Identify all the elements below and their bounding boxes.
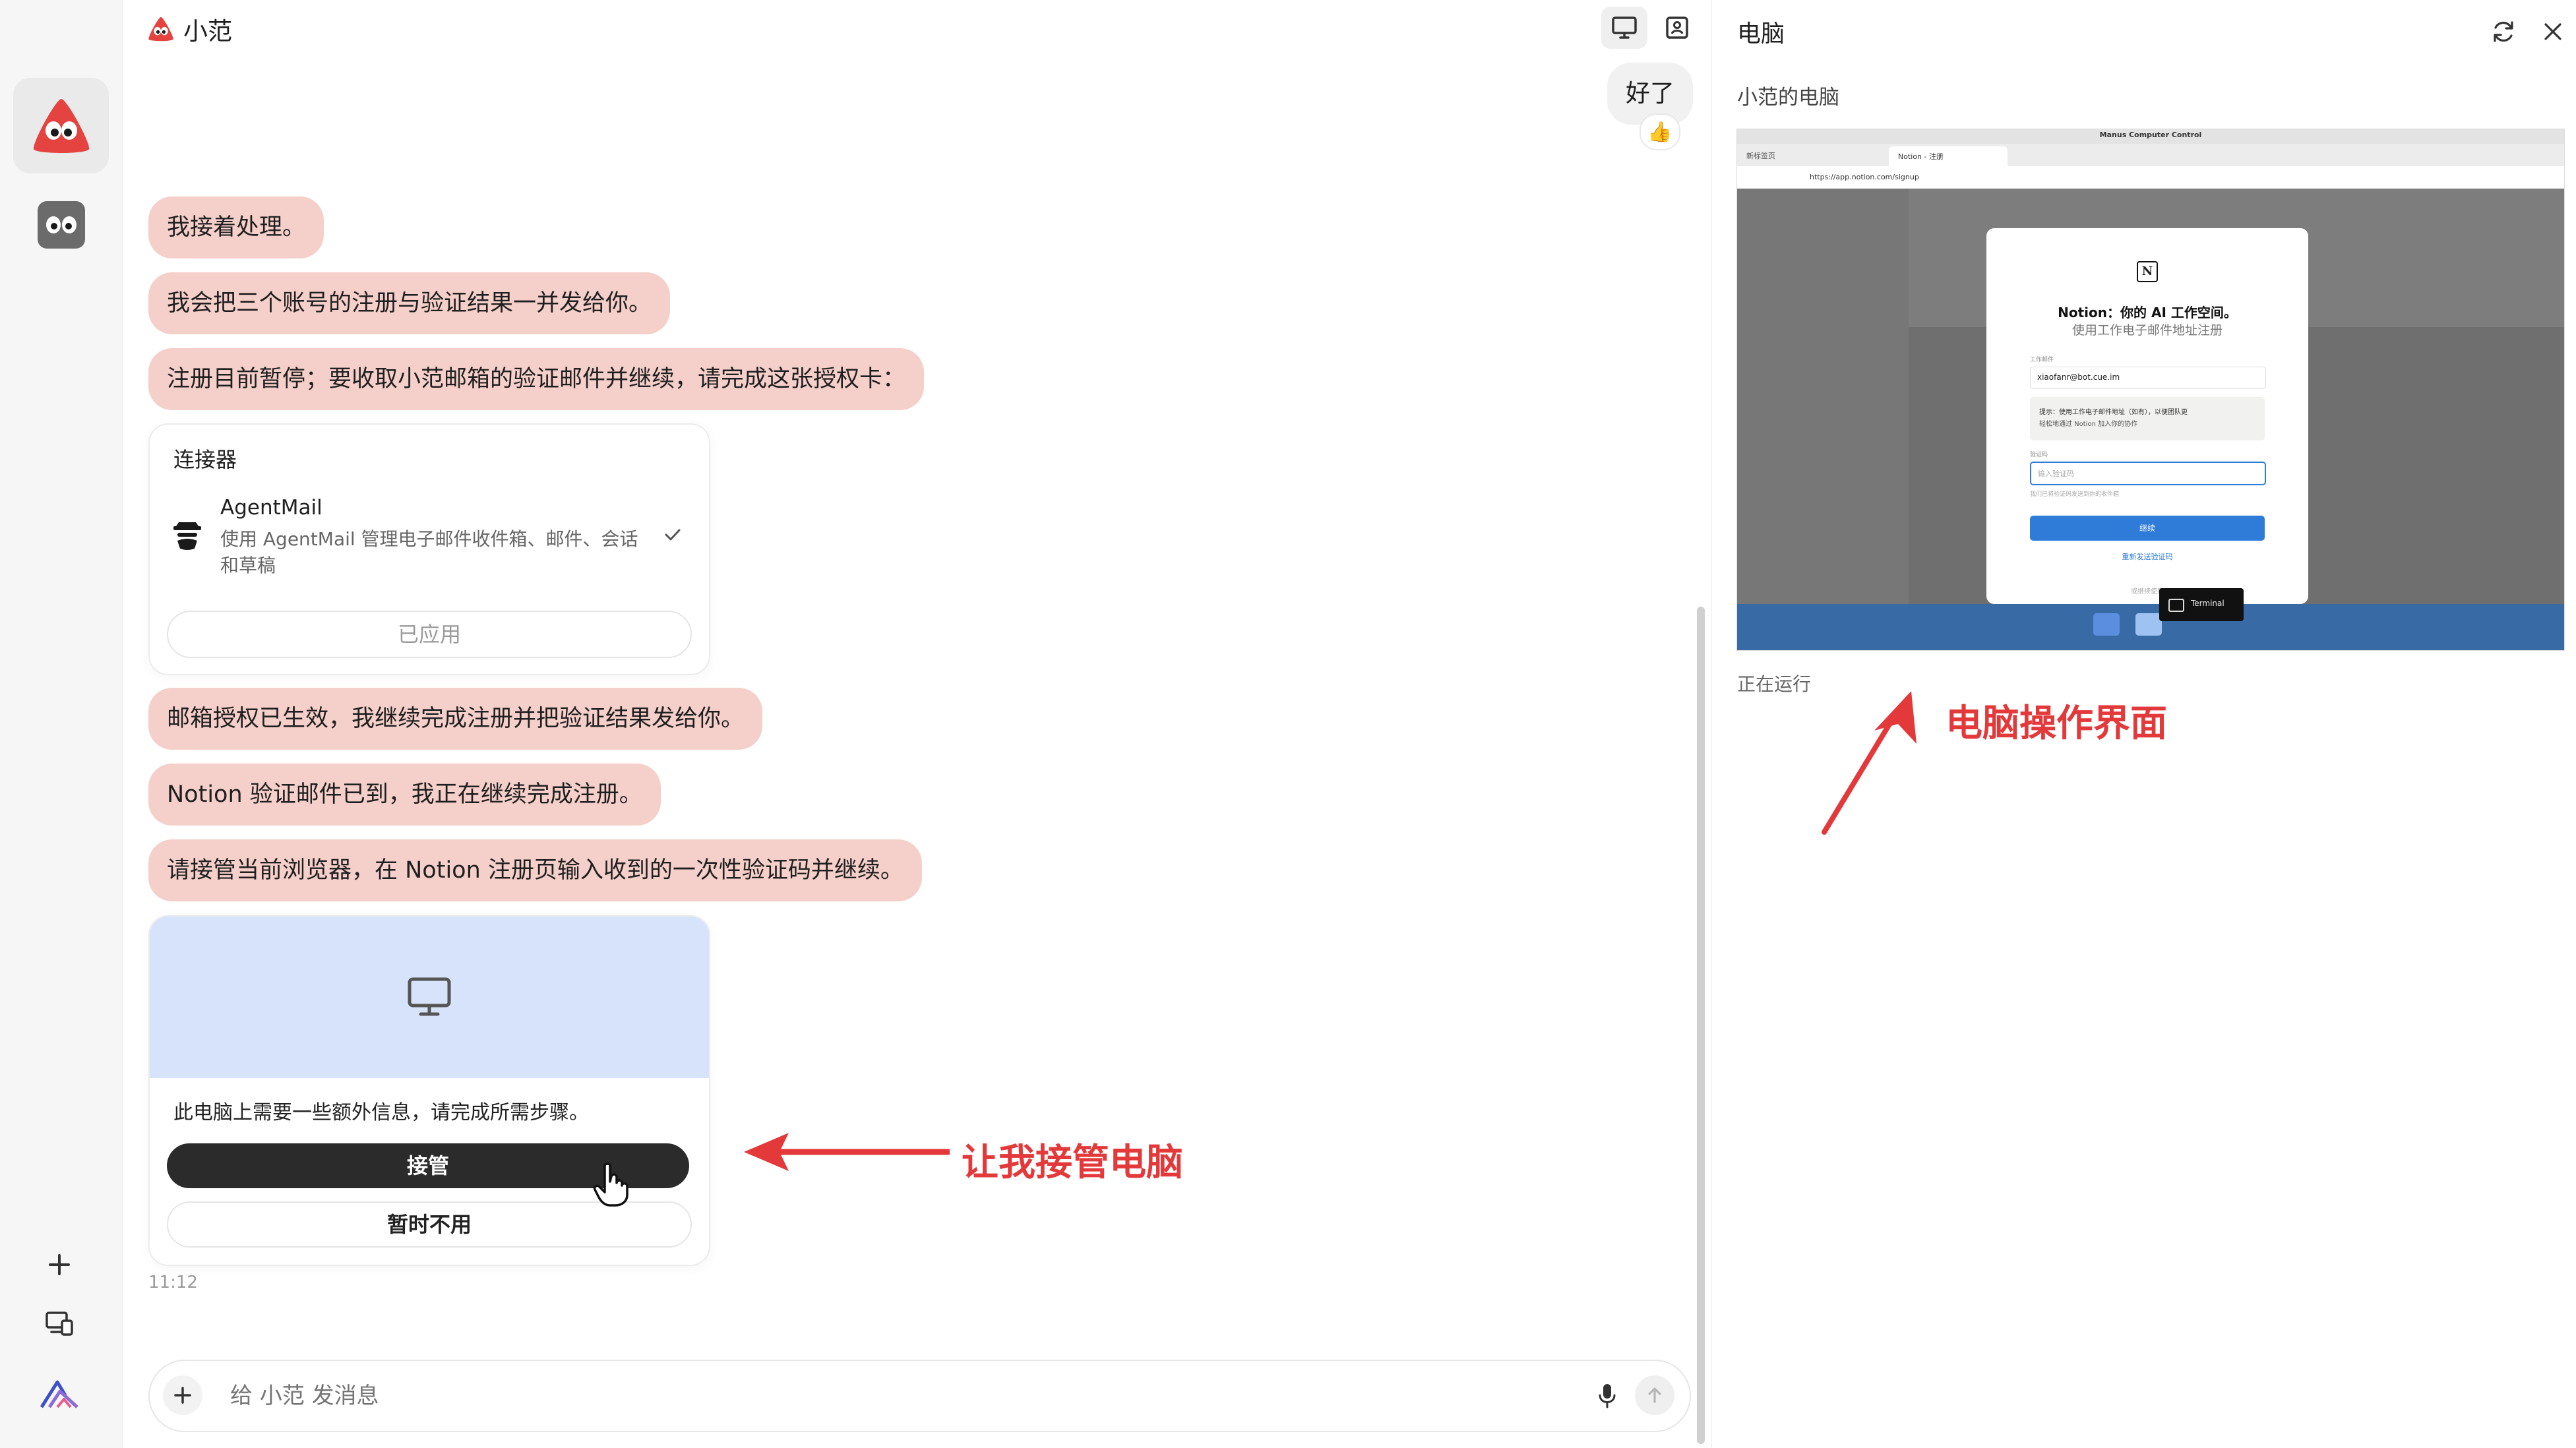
- hand-cursor-icon: [593, 1162, 629, 1207]
- thumbs-up-reaction[interactable]: 👍: [1640, 113, 1680, 150]
- remote-window-titlebar: Manus Computer Control: [1737, 129, 2564, 144]
- dock-terminal-tooltip: Terminal: [2159, 588, 2244, 621]
- applied-button[interactable]: 已应用: [167, 611, 692, 658]
- attach-button[interactable]: [163, 1375, 202, 1415]
- chat-header-title: 小范: [146, 9, 232, 49]
- monitor-icon: [408, 977, 451, 1016]
- computer-status: 正在运行: [1737, 673, 1812, 695]
- takeover-info: 此电脑上需要一些额外信息，请完成所需步骤。: [173, 1101, 589, 1124]
- xiaofan-logo-icon: [33, 98, 89, 153]
- connector-description-cont: 和草稿: [220, 555, 276, 576]
- notion-continue-button[interactable]: 继续: [2030, 516, 2265, 541]
- tip-line: 轻松地通过 Notion 加入你的协作: [2039, 421, 2138, 428]
- plus-icon: [49, 1254, 70, 1275]
- monitor-icon: [1612, 16, 1637, 39]
- app-secondary-avatar[interactable]: [13, 177, 109, 272]
- email-field[interactable]: xiaofanr@bot.cue.im: [2030, 367, 2266, 389]
- terminal-icon: [2168, 599, 2184, 612]
- robot-face-icon: [37, 200, 85, 249]
- remote-url[interactable]: https://app.notion.com/signup: [1810, 173, 1919, 181]
- close-panel-button[interactable]: [2533, 12, 2573, 51]
- message-input[interactable]: [229, 1374, 1471, 1418]
- notion-title: Notion：你的 AI 工作空间。: [2058, 305, 2237, 320]
- chat-scrollbar[interactable]: [1697, 607, 1705, 1444]
- remote-tab[interactable]: 新标签页: [1746, 150, 1775, 161]
- devices-button[interactable]: [36, 1300, 82, 1346]
- computer-name: 小范的电脑: [1737, 86, 1839, 109]
- notion-signup-modal: N Notion：你的 AI 工作空间。 使用工作电子邮件地址注册 工作邮件 x…: [1986, 228, 2308, 604]
- check-icon: [665, 529, 681, 541]
- email-value: xiaofanr@bot.cue.im: [2037, 373, 2120, 382]
- new-chat-button[interactable]: [36, 1242, 82, 1288]
- remote-tab-active-label: Notion - 注册: [1898, 152, 1944, 161]
- dock-app-icon[interactable]: [2093, 613, 2120, 636]
- takeover-card: 此电脑上需要一些额外信息，请完成所需步骤。 接管 暂时不用: [148, 915, 710, 1266]
- annotation-screen: 电脑操作界面: [1946, 702, 2167, 745]
- remote-window-title: Manus Computer Control: [2099, 131, 2202, 139]
- remote-screen-preview[interactable]: Manus Computer Control 新标签页 Notion - 注册 …: [1736, 129, 2565, 651]
- left-rail: [0, 0, 123, 1448]
- assistant-message: 我会把三个账号的注册与验证结果一并发给你。: [148, 272, 671, 334]
- remote-tab-active[interactable]: Notion - 注册: [1889, 146, 2008, 166]
- agentmail-icon: [173, 522, 201, 550]
- brand-mountain-icon: [40, 1380, 78, 1408]
- message-composer: [148, 1360, 1691, 1432]
- profile-view-toggle[interactable]: [1654, 7, 1700, 49]
- assistant-message: 邮箱授权已生效，我继续完成注册并把验证结果发给你。: [148, 688, 763, 750]
- microphone-icon: [1599, 1384, 1616, 1408]
- annotation-arrow-left-icon: [744, 1133, 950, 1171]
- notion-subtitle: 使用工作电子邮件地址注册: [2071, 323, 2223, 338]
- assistant-message: 注册目前暂停；要收取小范邮箱的验证邮件并继续，请完成这张授权卡：: [148, 348, 925, 410]
- refresh-button[interactable]: [2484, 12, 2523, 51]
- connector-card: 连接器 AgentMail 使用 AgentMail 管理电子邮件收件箱、邮件、…: [148, 423, 710, 675]
- app-xiaofan-avatar[interactable]: [13, 78, 109, 173]
- computer-view-toggle[interactable]: [1601, 7, 1647, 49]
- code-label: 验证码: [2030, 452, 2048, 458]
- email-label: 工作邮件: [2030, 357, 2054, 363]
- arrow-up-icon: [1648, 1387, 1661, 1403]
- tip-line: 提示：使用工作电子邮件地址（如有），以便团队更: [2039, 409, 2188, 416]
- annotation-arrow-up-icon: [1822, 691, 1917, 835]
- code-field[interactable]: 输入验证码: [2030, 462, 2266, 485]
- xiaofan-logo-icon: [148, 16, 173, 42]
- remote-desktop-dock: Terminal: [1737, 588, 2564, 650]
- remote-address-bar: https://app.notion.com/signup: [1737, 166, 2564, 189]
- decline-button[interactable]: 暂时不用: [167, 1201, 692, 1248]
- connector-name: AgentMail: [220, 496, 322, 520]
- app-title: 小范: [183, 17, 232, 45]
- assistant-message: 请接管当前浏览器，在 Notion 注册页输入收到的一次性验证码并继续。: [148, 839, 922, 901]
- remote-tab-bar: 新标签页 Notion - 注册: [1737, 144, 2564, 166]
- refresh-icon: [2494, 21, 2513, 42]
- takeover-banner: [150, 917, 709, 1078]
- close-icon: [2544, 23, 2561, 40]
- notion-logo-icon: N: [2137, 261, 2158, 282]
- connector-description: 使用 AgentMail 管理电子邮件收件箱、邮件、会话: [220, 528, 638, 550]
- send-button[interactable]: [1635, 1375, 1674, 1415]
- dock-folder-icon[interactable]: [2135, 613, 2162, 636]
- assistant-message: Notion 验证邮件已到，我正在继续完成注册。: [148, 764, 661, 826]
- panel-title: 电脑: [1737, 20, 1785, 47]
- code-hint: 我们已将验证码发送到你的收件箱: [2030, 491, 2120, 498]
- resend-code-link[interactable]: 重新发送验证码: [1986, 551, 2308, 562]
- assistant-message: 我接着处理。: [148, 196, 324, 258]
- brand-logo[interactable]: [36, 1372, 82, 1418]
- remote-page-sidebar: [1737, 189, 1909, 604]
- notion-tip-box: 提示：使用工作电子邮件地址（如有），以便团队更 轻松地通过 Notion 加入你…: [2030, 397, 2265, 440]
- connector-card-title: 连接器: [173, 447, 237, 472]
- contact-card-icon: [1666, 16, 1688, 39]
- devices-icon: [46, 1312, 73, 1336]
- other-options-label: 或继续使用: [2131, 588, 2164, 595]
- plus-icon: [174, 1387, 191, 1404]
- message-timestamp: 11:12: [148, 1273, 198, 1292]
- code-placeholder: 输入验证码: [2038, 469, 2074, 478]
- voice-button[interactable]: [1587, 1375, 1627, 1415]
- annotation-takeover: 让我接管电脑: [962, 1141, 1183, 1184]
- terminal-label: Terminal: [2191, 599, 2224, 608]
